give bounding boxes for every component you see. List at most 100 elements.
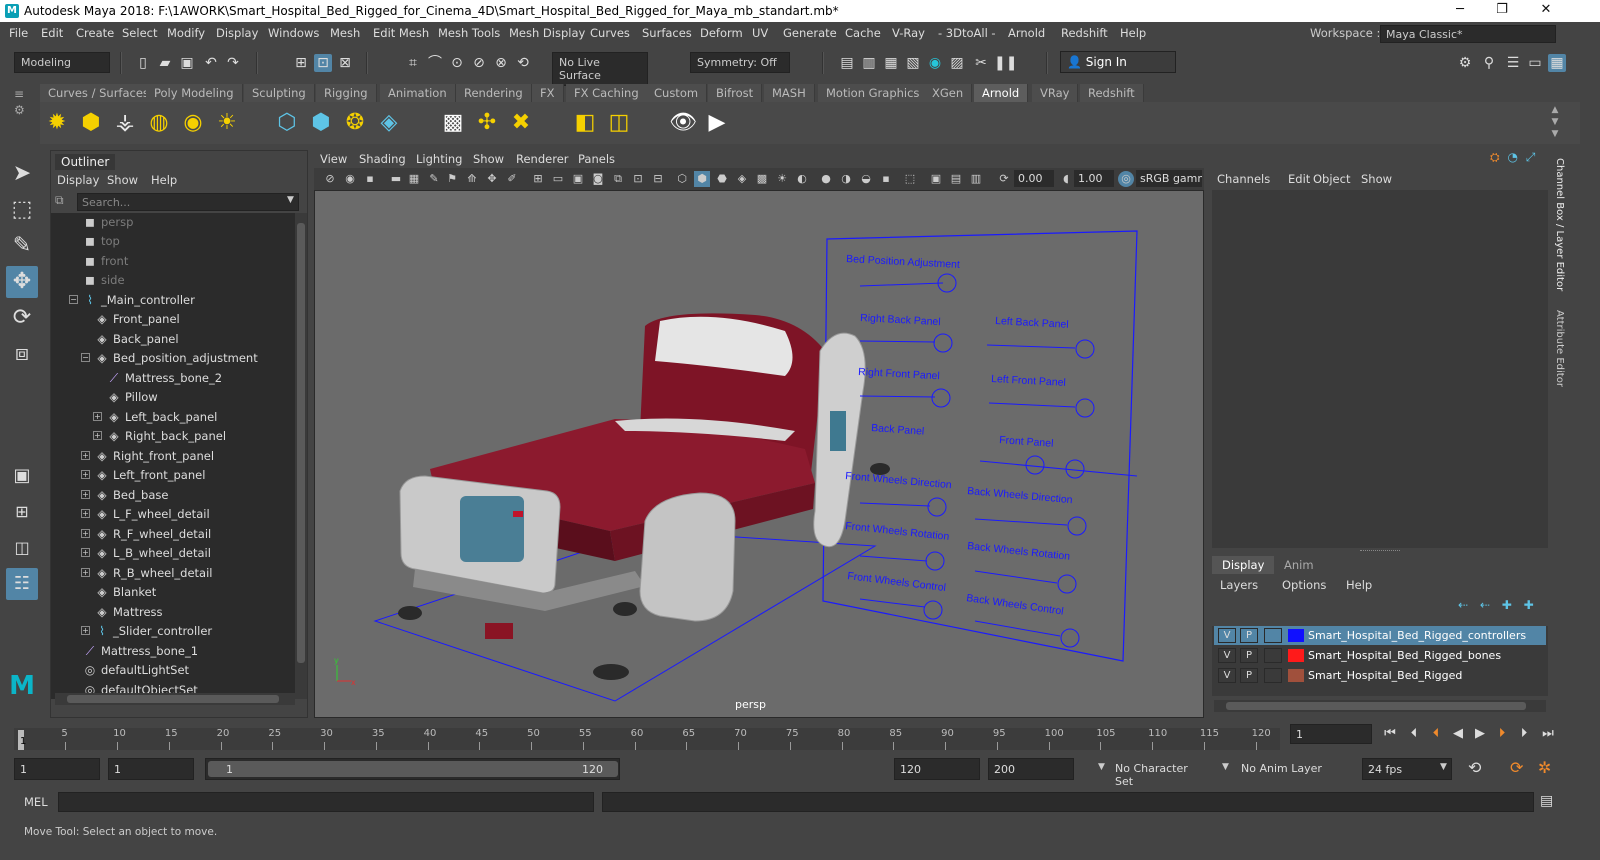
viewport-menu-shading[interactable]: Shading xyxy=(359,152,406,166)
channel-box-toggle-icon[interactable]: ▦ xyxy=(1548,54,1566,72)
menu-surfaces[interactable]: Surfaces xyxy=(642,26,692,40)
field-chart-icon[interactable]: ⧉ xyxy=(610,171,626,187)
xray-joints-icon[interactable]: ▥ xyxy=(968,171,984,187)
grid-icon[interactable]: ⊞ xyxy=(530,171,546,187)
wireframe-on-shaded-icon[interactable]: ⬣ xyxy=(714,171,730,187)
move-tool-icon[interactable]: ✥ xyxy=(6,266,38,298)
multisample-icon[interactable]: ◒ xyxy=(858,171,874,187)
layer-row-bones[interactable]: V P Smart_Hospital_Bed_Rigged_bones xyxy=(1214,646,1546,665)
flush-cache-icon[interactable]: ✖ xyxy=(506,108,536,138)
physical-sky-icon[interactable]: ☀ xyxy=(212,108,242,138)
tree-row-r-b-wheel-detail[interactable]: + ◈ R_B_wheel_detail xyxy=(51,564,295,583)
tab-display[interactable]: Display xyxy=(1212,556,1275,574)
minimize-button[interactable]: ─ xyxy=(1440,2,1480,20)
menu-edit[interactable]: Edit xyxy=(41,26,63,40)
gamma-field[interactable]: 1.00 xyxy=(1074,170,1114,187)
ambient-occlusion-icon[interactable]: ● xyxy=(818,171,834,187)
maximize-button[interactable]: ❐ xyxy=(1482,2,1522,20)
curve-collector-icon[interactable]: ❂ xyxy=(340,108,370,138)
shelf-tab-fx-caching[interactable]: FX Caching xyxy=(566,84,648,102)
shelf-tab-redshift[interactable]: Redshift xyxy=(1080,84,1144,102)
motion-blur-icon[interactable]: ◑ xyxy=(838,171,854,187)
human-ik-icon[interactable]: ⚲ xyxy=(1480,54,1498,72)
move-layer-down-icon[interactable]: ⇠ xyxy=(1480,598,1490,612)
menu-windows[interactable]: Windows xyxy=(268,26,319,40)
view-transform-dropdown[interactable]: sRGB gamma xyxy=(1136,170,1202,187)
exposure-field[interactable]: 0.00 xyxy=(1014,170,1054,187)
menu-deform[interactable]: Deform xyxy=(700,26,743,40)
isolate-select-icon[interactable]: ⬚ xyxy=(902,171,918,187)
safe-title-icon[interactable]: ⊟ xyxy=(650,171,666,187)
tx-manager-icon[interactable]: ✣ xyxy=(472,108,502,138)
redo-icon[interactable]: ↷ xyxy=(224,54,242,72)
script-editor-icon[interactable]: ▤ xyxy=(1540,793,1553,809)
tree-row-main-controller[interactable]: − ⌇ _Main_controller xyxy=(51,291,295,310)
resolution-gate-icon[interactable]: ▣ xyxy=(570,171,586,187)
scroll-thumb[interactable] xyxy=(297,223,305,663)
tree-row-right-back-panel[interactable]: + ◈ Right_back_panel xyxy=(51,427,295,446)
two-view-icon[interactable]: ◫ xyxy=(6,532,38,564)
viewport-menu-renderer[interactable]: Renderer xyxy=(516,152,569,166)
snap-live-icon[interactable]: ⟲ xyxy=(514,54,532,72)
shadows-icon[interactable]: ◐ xyxy=(794,171,810,187)
sign-in-button[interactable]: 👤 Sign In xyxy=(1060,51,1176,73)
material-icon[interactable]: ◧ xyxy=(570,108,600,138)
layer-color-swatch[interactable] xyxy=(1288,669,1304,682)
arnold-render-icon[interactable]: ▶ xyxy=(702,108,732,138)
safe-action-icon[interactable]: ⊡ xyxy=(630,171,646,187)
menu-display[interactable]: Display xyxy=(216,26,258,40)
playback-end-field[interactable]: 120 xyxy=(894,758,980,780)
render-view-icon[interactable]: ▤ xyxy=(838,54,856,72)
viewport-menu-view[interactable]: View xyxy=(320,152,347,166)
display-type-toggle[interactable] xyxy=(1264,668,1282,683)
perspective-viewport[interactable]: Bed Position Adjustment Right Back Panel… xyxy=(314,190,1204,718)
export-standin-icon[interactable]: ⬢ xyxy=(306,108,336,138)
exposure-icon[interactable]: ⟳ xyxy=(996,171,1012,187)
tree-row-l-f-wheel-detail[interactable]: + ◈ L_F_wheel_detail xyxy=(51,505,295,524)
outliner-layout-icon[interactable]: ☷ xyxy=(6,568,38,600)
tree-row-side[interactable]: ◼ side xyxy=(51,271,295,290)
playback-toggle[interactable]: P xyxy=(1240,668,1258,683)
outliner-horizontal-scrollbar[interactable] xyxy=(55,693,295,705)
expand-icon[interactable]: + xyxy=(81,529,90,538)
channel-menu-object[interactable]: Object xyxy=(1313,172,1350,186)
tree-row-l-b-wheel-detail[interactable]: + ◈ L_B_wheel_detail xyxy=(51,544,295,563)
area-light-icon[interactable]: ✹ xyxy=(42,108,72,138)
use-all-lights-icon[interactable]: ☀ xyxy=(774,171,790,187)
playback-start-field[interactable]: 1 xyxy=(108,758,194,780)
camera-attributes-icon[interactable]: ◉ xyxy=(342,171,358,187)
display-type-toggle[interactable] xyxy=(1264,628,1282,643)
expand-icon[interactable]: + xyxy=(81,626,90,635)
skydome-light-icon[interactable]: ◍ xyxy=(144,108,174,138)
single-view-icon[interactable]: ▣ xyxy=(6,460,38,492)
playback-toggle[interactable]: P xyxy=(1240,648,1258,663)
depth-of-field-icon[interactable]: ▪ xyxy=(878,171,894,187)
open-scene-icon[interactable]: ▰ xyxy=(156,54,174,72)
anim-prefs-icon[interactable]: ✲ xyxy=(1538,758,1551,777)
time-slider[interactable]: 1 5 10 15 20 25 30 35 40 45 50 55 60 65 70 75 80 85 90 95 1… xyxy=(14,728,1280,750)
shelf-tab-vray[interactable]: VRay xyxy=(1032,84,1079,102)
textured-icon[interactable]: ▩ xyxy=(754,171,770,187)
snap-camera-icon[interactable]: ⟰ xyxy=(464,171,480,187)
gamma-icon[interactable]: ◖ xyxy=(1058,171,1074,187)
visibility-toggle[interactable]: V xyxy=(1218,648,1236,663)
four-view-icon[interactable]: ⊞ xyxy=(6,496,38,528)
playback-toggle[interactable]: P xyxy=(1240,628,1258,643)
sculpt-icon[interactable]: ✐ xyxy=(504,171,520,187)
loop-icon[interactable]: ⟲ xyxy=(1468,758,1481,777)
shelf-tab-motion-graphics[interactable]: Motion Graphics xyxy=(818,84,929,102)
viewport-menu-panels[interactable]: Panels xyxy=(578,152,615,166)
image-plane-icon[interactable]: ▬ xyxy=(388,171,404,187)
range-slider[interactable]: 1 120 xyxy=(205,758,620,780)
shelf-tab-poly-modeling[interactable]: Poly Modeling xyxy=(146,84,243,102)
default-material-icon[interactable]: ◈ xyxy=(734,171,750,187)
menu-mesh-display[interactable]: Mesh Display xyxy=(509,26,585,40)
outliner-menu-display[interactable]: Display xyxy=(57,173,99,187)
tree-row-bed-base[interactable]: + ◈ Bed_base xyxy=(51,486,295,505)
visibility-toggle[interactable]: V xyxy=(1218,628,1236,643)
tree-row-mattress[interactable]: ◈ Mattress xyxy=(51,603,295,622)
attribute-editor-toggle-icon[interactable]: ☰ xyxy=(1504,54,1522,72)
lasso-tool-icon[interactable]: ⬚ xyxy=(6,194,38,226)
arnold-render-view-icon[interactable]: 👁 xyxy=(668,108,698,138)
step-back-key-icon[interactable]: ⏴ xyxy=(1426,724,1446,744)
